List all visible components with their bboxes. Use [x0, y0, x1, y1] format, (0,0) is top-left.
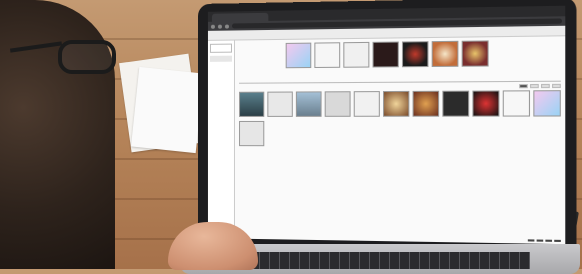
image-thumbnail[interactable] — [412, 90, 440, 117]
lower-thumbnail-row-2 — [239, 120, 561, 147]
tab[interactable] — [541, 83, 550, 89]
image-thumbnail[interactable] — [343, 41, 370, 68]
footer-button[interactable] — [536, 239, 544, 242]
keyboard — [230, 252, 530, 269]
main-panel — [235, 36, 566, 245]
image-thumbnail[interactable] — [461, 40, 489, 67]
lower-panel — [239, 80, 561, 148]
back-icon[interactable] — [210, 24, 215, 29]
tab[interactable] — [530, 83, 539, 89]
lower-tab-bar — [239, 83, 561, 90]
footer-button[interactable] — [554, 239, 561, 242]
image-thumbnail[interactable] — [239, 91, 265, 117]
laptop-lid — [198, 0, 577, 255]
image-thumbnail[interactable] — [324, 91, 351, 117]
sidebar-item[interactable] — [209, 55, 232, 62]
image-thumbnail[interactable] — [383, 90, 410, 117]
footer-button[interactable] — [527, 239, 535, 242]
image-thumbnail[interactable] — [353, 91, 380, 117]
upper-thumbnail-row — [285, 40, 561, 69]
image-thumbnail[interactable] — [285, 42, 312, 69]
footer-button-bar — [527, 239, 561, 242]
forward-icon[interactable] — [217, 24, 222, 29]
tab[interactable] — [552, 83, 561, 89]
paper-sheet — [130, 66, 205, 154]
tab[interactable] — [519, 84, 528, 89]
image-thumbnail[interactable] — [431, 40, 459, 68]
image-thumbnail[interactable] — [372, 41, 399, 68]
footer-button[interactable] — [545, 239, 553, 242]
app-body — [207, 36, 566, 245]
image-thumbnail[interactable] — [295, 91, 322, 117]
laptop-screen — [207, 5, 566, 245]
image-thumbnail[interactable] — [472, 90, 500, 117]
reload-icon[interactable] — [224, 24, 229, 29]
image-thumbnail[interactable] — [533, 90, 561, 117]
image-thumbnail[interactable] — [267, 91, 293, 117]
image-thumbnail[interactable] — [239, 120, 265, 147]
image-thumbnail[interactable] — [401, 41, 429, 68]
lower-thumbnail-row — [239, 90, 561, 117]
sidebar — [207, 40, 236, 239]
sidebar-header[interactable] — [209, 43, 232, 53]
image-thumbnail[interactable] — [314, 42, 341, 69]
browser-tab[interactable] — [211, 12, 269, 22]
image-thumbnail[interactable] — [442, 90, 470, 117]
image-thumbnail[interactable] — [502, 90, 531, 117]
glasses-icon — [58, 40, 116, 74]
